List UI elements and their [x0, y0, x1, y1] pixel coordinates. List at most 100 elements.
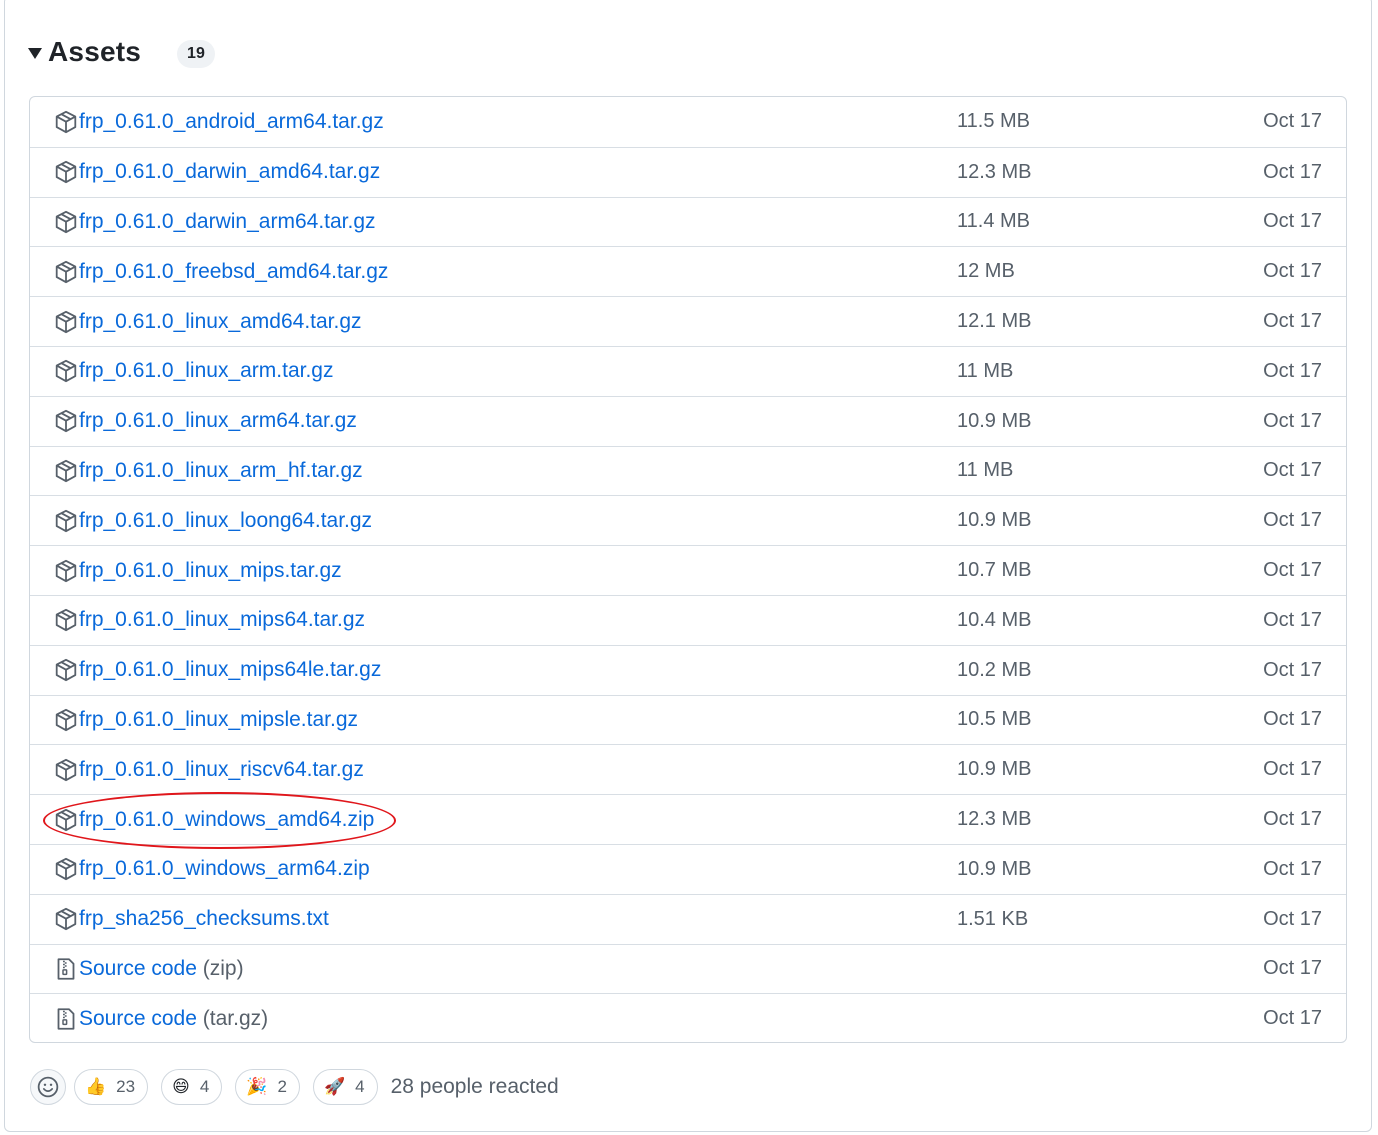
- asset-row: frp_sha256_checksums.txt 1.51 KB Oct 17: [30, 893, 1346, 944]
- package-icon: [54, 409, 78, 433]
- reaction-count: 4: [199, 1077, 210, 1096]
- asset-row: frp_0.61.0_linux_mipsle.tar.gz 10.5 MB Oct…: [30, 694, 1346, 745]
- asset-name: frp_0.61.0_darwin_arm64.tar.gz: [79, 209, 376, 233]
- asset-row: frp_0.61.0_linux_arm.tar.gz 11 MB Oct 17: [30, 345, 1346, 396]
- asset-name: frp_0.61.0_linux_mipsle.tar.gz: [79, 707, 358, 731]
- package-icon: [54, 708, 78, 732]
- reaction-count: 23: [116, 1077, 136, 1096]
- asset-name-cell: frp_0.61.0_linux_mipsle.tar.gz: [54, 708, 358, 732]
- asset-size: 11 MB: [957, 459, 1014, 482]
- reactions-summary: 28 people reacted: [390, 1075, 559, 1098]
- reaction-button[interactable]: 🎉 2: [235, 1069, 300, 1105]
- asset-download-link[interactable]: frp_0.61.0_linux_mips64le.tar.gz: [79, 658, 381, 682]
- asset-row: frp_0.61.0_android_arm64.tar.gz 11.5 MB Oc…: [30, 97, 1346, 147]
- asset-download-link[interactable]: frp_0.61.0_linux_arm.tar.gz: [79, 359, 333, 383]
- asset-name: Source code: [79, 1006, 197, 1030]
- asset-download-link[interactable]: Source code (tar.gz): [79, 1007, 268, 1031]
- asset-size: 10.9 MB: [957, 409, 1032, 432]
- asset-download-link[interactable]: frp_0.61.0_linux_amd64.tar.gz: [79, 310, 362, 334]
- asset-row: frp_0.61.0_linux_riscv64.tar.gz 10.9 MB Oc…: [30, 744, 1346, 794]
- asset-download-link[interactable]: frp_0.61.0_linux_loong64.tar.gz: [79, 509, 372, 533]
- asset-download-link[interactable]: frp_0.61.0_windows_arm64.zip: [79, 857, 370, 881]
- thumbs-up-icon: 👍: [85, 1077, 107, 1096]
- asset-download-link[interactable]: frp_0.61.0_linux_riscv64.tar.gz: [79, 758, 364, 782]
- asset-size: 11.4 MB: [957, 210, 1030, 233]
- asset-name-cell: frp_0.61.0_linux_mips64le.tar.gz: [54, 658, 381, 682]
- asset-download-link[interactable]: frp_0.61.0_linux_arm_hf.tar.gz: [79, 459, 363, 483]
- asset-date: Oct 17: [1263, 459, 1322, 482]
- asset-name: frp_0.61.0_linux_riscv64.tar.gz: [79, 757, 364, 781]
- asset-name-cell: frp_0.61.0_darwin_arm64.tar.gz: [54, 210, 376, 234]
- package-icon: [54, 110, 78, 134]
- asset-download-link[interactable]: frp_0.61.0_freebsd_amd64.tar.gz: [79, 260, 388, 284]
- asset-date: Oct 17: [1263, 160, 1322, 183]
- asset-size: 12.3 MB: [957, 160, 1032, 183]
- asset-name: frp_0.61.0_linux_arm_hf.tar.gz: [79, 458, 363, 482]
- asset-download-link[interactable]: frp_0.61.0_linux_mips.tar.gz: [79, 559, 342, 583]
- package-icon: [54, 907, 78, 931]
- asset-download-link[interactable]: frp_0.61.0_darwin_amd64.tar.gz: [79, 160, 380, 184]
- smiley-icon: [37, 1076, 59, 1098]
- asset-date: Oct 17: [1263, 359, 1322, 382]
- package-icon: [54, 559, 78, 583]
- asset-name-cell: Source code (zip): [54, 957, 244, 981]
- assets-count-badge: 19: [177, 40, 215, 68]
- asset-date: Oct 17: [1263, 708, 1322, 731]
- asset-name-cell: frp_0.61.0_android_arm64.tar.gz: [54, 110, 384, 134]
- asset-name-cell: frp_0.61.0_linux_arm_hf.tar.gz: [54, 459, 363, 483]
- asset-row: frp_0.61.0_linux_arm_hf.tar.gz 11 MB Oct 1…: [30, 445, 1346, 496]
- asset-row: Source code (tar.gz) Oct 17: [30, 993, 1346, 1042]
- reactions-bar: 👍 23 😄 4 🎉 2 🚀 4 28 people reacted: [30, 1068, 559, 1106]
- asset-download-link[interactable]: frp_0.61.0_android_arm64.tar.gz: [79, 110, 384, 134]
- asset-size: 12.3 MB: [957, 808, 1032, 831]
- assets-list: frp_0.61.0_android_arm64.tar.gz 11.5 MB Oc…: [29, 96, 1347, 1043]
- asset-size: 10.5 MB: [957, 708, 1032, 731]
- reaction-button[interactable]: 😄 4: [161, 1069, 223, 1105]
- asset-name: frp_0.61.0_linux_mips64le.tar.gz: [79, 658, 382, 682]
- asset-name-cell: frp_sha256_checksums.txt: [54, 907, 329, 931]
- asset-name: frp_0.61.0_windows_amd64.zip: [79, 807, 375, 831]
- asset-name-cell: frp_0.61.0_windows_arm64.zip: [54, 857, 370, 881]
- reaction-button[interactable]: 👍 23: [74, 1069, 149, 1105]
- assets-toggle[interactable]: Assets 19: [28, 32, 215, 72]
- asset-name: frp_0.61.0_linux_mips64.tar.gz: [79, 608, 366, 632]
- asset-download-link[interactable]: frp_0.61.0_linux_arm64.tar.gz: [79, 409, 357, 433]
- asset-date: Oct 17: [1263, 559, 1322, 582]
- file-zip-icon: [54, 1007, 78, 1031]
- asset-row: frp_0.61.0_windows_arm64.zip 10.9 MB Oct 1…: [30, 843, 1346, 894]
- asset-download-link[interactable]: Source code (zip): [79, 957, 244, 981]
- asset-download-link[interactable]: frp_0.61.0_linux_mips64.tar.gz: [79, 608, 365, 632]
- asset-download-link[interactable]: frp_0.61.0_windows_amd64.zip: [79, 808, 374, 832]
- asset-name-cell: frp_0.61.0_linux_arm64.tar.gz: [54, 409, 357, 433]
- package-icon: [54, 310, 78, 334]
- asset-date: Oct 17: [1263, 409, 1322, 432]
- add-reaction-button[interactable]: [30, 1069, 66, 1105]
- asset-name-cell: frp_0.61.0_windows_amd64.zip: [54, 808, 374, 832]
- asset-date: Oct 17: [1263, 857, 1322, 880]
- asset-date: Oct 17: [1263, 758, 1322, 781]
- asset-name: frp_0.61.0_linux_amd64.tar.gz: [79, 309, 362, 333]
- asset-download-link[interactable]: frp_0.61.0_darwin_arm64.tar.gz: [79, 210, 376, 234]
- asset-size: 12.1 MB: [957, 310, 1032, 333]
- reaction-button[interactable]: 🚀 4: [312, 1069, 378, 1105]
- asset-name: Source code: [79, 956, 197, 980]
- asset-date: Oct 17: [1263, 310, 1322, 333]
- asset-name: frp_0.61.0_darwin_amd64.tar.gz: [79, 160, 381, 184]
- asset-size: 12 MB: [957, 260, 1015, 283]
- asset-date: Oct 17: [1263, 957, 1322, 980]
- package-icon: [54, 658, 78, 682]
- asset-name-cell: frp_0.61.0_linux_loong64.tar.gz: [54, 509, 372, 533]
- package-icon: [54, 160, 78, 184]
- asset-size: 11 MB: [957, 359, 1014, 382]
- asset-name-cell: frp_0.61.0_linux_arm.tar.gz: [54, 359, 333, 383]
- asset-name: frp_0.61.0_android_arm64.tar.gz: [79, 109, 384, 133]
- package-icon: [54, 359, 78, 383]
- asset-download-link[interactable]: frp_0.61.0_linux_mipsle.tar.gz: [79, 708, 358, 732]
- asset-download-link[interactable]: frp_sha256_checksums.txt: [79, 907, 329, 931]
- asset-name: frp_0.61.0_linux_arm64.tar.gz: [79, 409, 357, 433]
- asset-date: Oct 17: [1263, 658, 1322, 681]
- asset-name-cell: frp_0.61.0_freebsd_amd64.tar.gz: [54, 260, 388, 284]
- asset-name: frp_0.61.0_linux_loong64.tar.gz: [79, 508, 373, 532]
- asset-row: frp_0.61.0_darwin_arm64.tar.gz 11.4 MB Oct…: [30, 196, 1346, 247]
- asset-row: frp_0.61.0_linux_arm64.tar.gz 10.9 MB Oct …: [30, 395, 1346, 446]
